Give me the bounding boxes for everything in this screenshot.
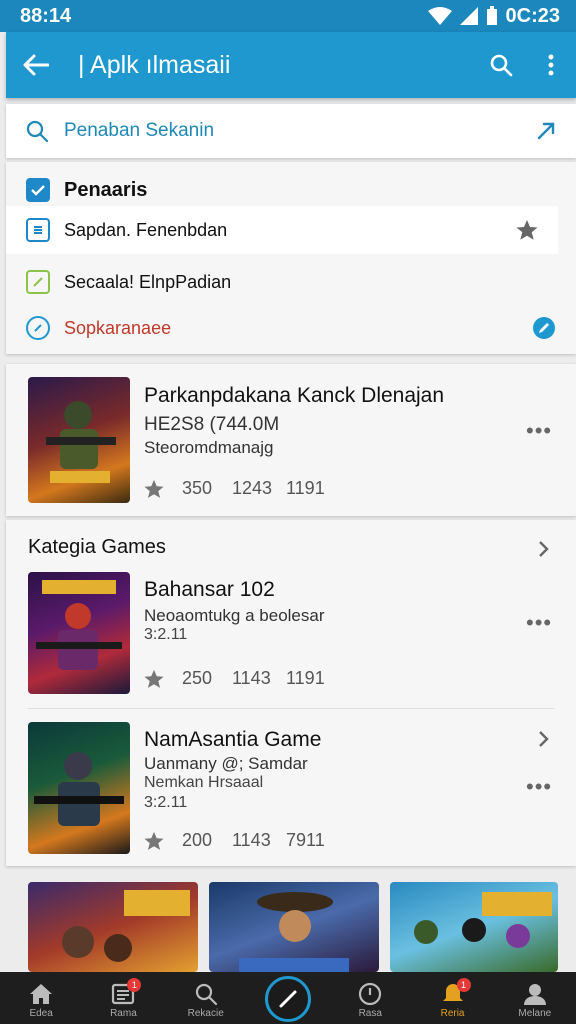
compass-button[interactable] [264,976,311,1022]
game-thumbnail[interactable] [28,722,130,854]
stat-reviews: 7911 [286,830,325,850]
chevron-right-icon[interactable] [538,730,550,748]
search-icon [26,120,48,142]
game-banner-3[interactable] [390,882,558,972]
search-icon [195,983,217,1006]
search-icon [490,54,513,77]
game-version: 3:2.11 [144,626,188,643]
game-banner-2[interactable] [209,882,379,972]
divider [28,708,554,709]
filters-panel: Penaaris Sapdan. Fenenbdan Secaala! Elnp… [6,162,576,354]
overflow-menu-button[interactable] [526,54,576,76]
stat-rating-count: 250 [182,668,213,688]
stat-rating-count: 200 [182,830,213,850]
arrow-left-icon [23,54,49,76]
app-bar: | Aplk ılmasaii [6,32,576,98]
star-icon [144,479,164,498]
clock-icon [359,982,382,1006]
nav-label: Melane [518,1008,552,1019]
star-icon [144,831,164,850]
checkbox-icon[interactable] [26,178,50,202]
home-icon [30,984,53,1004]
more-options-icon[interactable]: ••• [526,610,552,636]
filter-item-label: Sapdan. Fenenbdan [64,219,228,240]
notification-badge: 1 [456,978,471,992]
nav-label: Edea [29,1008,53,1019]
star-icon[interactable] [516,219,538,241]
nav-label: Rama [110,1008,137,1019]
stat-reviews: 1191 [286,478,325,498]
filter-item-label: Sopkaranaee [64,317,172,338]
notification-badge: 1 [127,978,142,992]
star-icon [144,669,164,688]
compass-icon [279,990,297,1008]
filter-item-label: Secaala! ElnpPadian [64,271,232,292]
wifi-icon [427,7,452,25]
game-subtitle: Uanmany @; Samdar [144,754,308,773]
filters-header[interactable]: Penaaris [6,170,576,210]
nav-notifications[interactable]: 1 Reria [417,972,489,1024]
nav-compass[interactable] [252,972,324,1024]
more-vertical-icon [548,54,554,76]
nav-profile[interactable]: Melane [499,972,571,1024]
stat-rating-count: 350 [182,478,213,498]
image-icon [26,270,50,294]
nav-label: Rasa [358,1008,382,1019]
back-button[interactable] [6,54,66,76]
stat-downloads: 1143 [232,830,271,850]
more-options-icon[interactable]: ••• [526,418,552,444]
game-stats: 350 1243 1191 [144,478,325,499]
arrow-up-right-icon[interactable] [536,121,556,141]
category-title[interactable]: Kategia Games [28,536,166,559]
filter-item-2[interactable]: Secaala! ElnpPadian [6,258,576,306]
status-time-right: 0C:23 [505,4,560,27]
nav-label: Reria [440,1008,465,1019]
status-indicators: 0C:23 [427,4,560,28]
game-thumbnail[interactable] [28,377,130,503]
filter-item-1[interactable]: Sapdan. Fenenbdan [6,206,558,254]
game-title[interactable]: Bahansar 102 [144,578,275,602]
game-version: 3:2.11 [144,794,188,811]
game-subtitle-2: Nemkan Hrsaaal [144,774,264,791]
bottom-navigation: Edea 1 Rama Rekacie Rasa 1 Reria Melane [0,972,576,1024]
status-bar: 88:14 0C:23 [0,0,576,32]
page-title: | Aplk ılmasaii [78,50,231,79]
edit-icon[interactable] [532,316,556,340]
nav-search[interactable]: Rekacie [170,972,242,1024]
search-button[interactable] [476,53,526,77]
nav-news[interactable]: 1 Rama [87,972,159,1024]
game-stats: 200 1143 7911 [144,830,325,851]
game-title[interactable]: NamAsantia Game [144,728,321,752]
nav-home[interactable]: Edea [5,972,77,1024]
battery-icon [486,6,497,25]
stat-reviews: 1191 [286,668,325,688]
game-title[interactable]: Parkanpdakana Kanck Dlenajan [144,384,444,408]
game-thumbnail[interactable] [28,572,130,694]
nav-label: Rekacie [187,1008,224,1019]
stat-downloads: 1143 [232,668,271,688]
status-time-left: 88:14 [20,4,72,27]
chevron-right-icon[interactable] [538,540,550,558]
game-size: HE2S8 (744.0M [144,414,280,435]
signal-icon [459,7,478,25]
nav-clock[interactable]: Rasa [334,972,406,1024]
search-bar[interactable]: Penaban Sekanin [6,104,576,158]
list-icon [26,218,50,242]
game-banner-1[interactable] [28,882,198,972]
more-options-icon[interactable]: ••• [526,774,552,800]
category-section: Kategia Games Bahansar 102 Neoaomtukg a … [6,520,576,866]
filter-item-3[interactable]: Sopkaranaee [6,306,576,350]
chat-icon [26,316,50,340]
featured-game-card[interactable]: Parkanpdakana Kanck Dlenajan HE2S8 (744.… [6,364,576,516]
stat-downloads: 1243 [232,478,273,498]
profile-icon [523,984,546,1005]
game-subtitle: Steoromdmanajg [144,438,274,457]
filters-title: Penaaris [64,178,148,201]
search-input[interactable]: Penaban Sekanin [48,120,536,142]
game-subtitle: Neoaomtukg a beolesar [144,606,325,625]
game-stats: 250 1143 1191 [144,668,325,689]
